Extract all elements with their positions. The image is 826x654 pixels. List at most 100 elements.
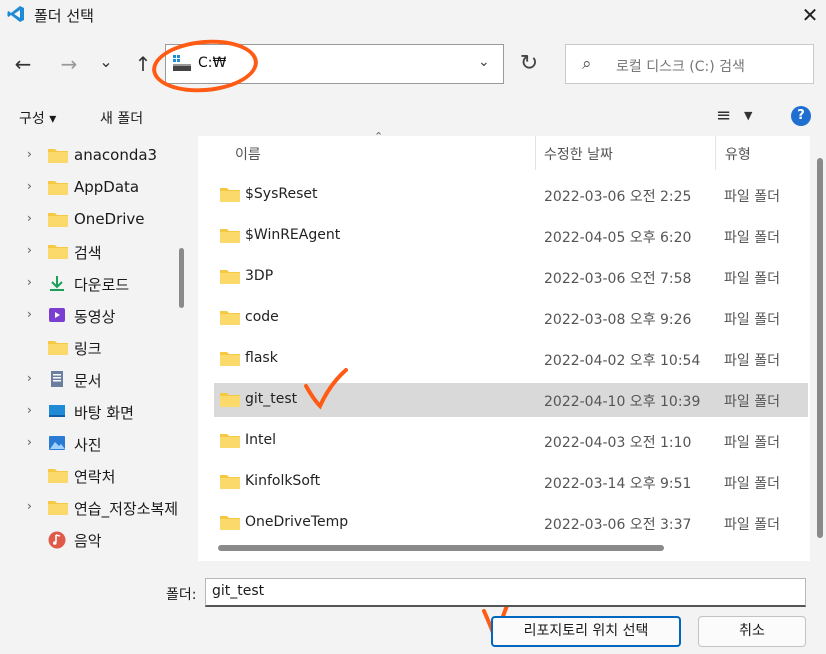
file-date: 2022-04-03 오전 1:10 <box>544 435 692 451</box>
address-dropdown-chevron-icon[interactable]: ⌄ <box>478 54 490 70</box>
folder-icon <box>48 499 68 515</box>
back-button[interactable]: ← <box>9 50 37 78</box>
file-name: $WinREAgent <box>245 227 341 243</box>
folder-icon <box>48 179 68 195</box>
sidebar-item[interactable]: › 연습_저장소복제 <box>0 492 179 524</box>
table-row[interactable]: Intel 2022-04-03 오전 1:10 파일 폴더 <box>214 424 808 458</box>
help-icon[interactable]: ? <box>791 106 811 126</box>
folder-icon <box>220 227 240 243</box>
sidebar-item[interactable]: › 바탕 화면 <box>0 396 175 428</box>
file-type: 파일 폴더 <box>724 353 780 369</box>
select-repository-location-button[interactable]: 리포지토리 위치 선택 <box>491 616 681 647</box>
sidebar-item[interactable]: › 동영상 <box>0 300 175 332</box>
sidebar-item[interactable]: 음악 <box>0 524 175 556</box>
refresh-icon[interactable]: ↻ <box>514 49 544 79</box>
sidebar-item[interactable]: 링크 <box>0 332 175 364</box>
sidebar-item[interactable]: › 검색 <box>0 236 175 268</box>
search-input[interactable]: 로컬 디스크 (C:) 검색 <box>616 56 745 76</box>
up-button[interactable]: ↑ <box>129 50 157 78</box>
chevron-right-icon[interactable]: › <box>27 275 32 289</box>
table-row[interactable]: $SysReset 2022-03-06 오전 2:25 파일 폴더 <box>214 178 808 212</box>
recent-locations-chevron-icon[interactable]: ⌄ <box>92 48 120 76</box>
chevron-right-icon[interactable]: › <box>27 371 32 385</box>
file-date: 2022-03-14 오후 9:51 <box>544 476 692 492</box>
sidebar-item-label: 연습_저장소복제 <box>74 500 179 518</box>
sidebar-item-label: OneDrive <box>74 210 145 228</box>
column-divider[interactable] <box>715 136 716 170</box>
file-name: flask <box>245 350 278 366</box>
folder-icon <box>220 186 240 202</box>
chevron-right-icon[interactable]: › <box>27 307 32 321</box>
forward-button[interactable]: → <box>55 50 83 78</box>
table-row[interactable]: OneDriveTemp 2022-03-06 오전 3:37 파일 폴더 <box>214 506 808 540</box>
chevron-right-icon[interactable]: › <box>27 147 32 161</box>
drive-icon <box>173 55 191 71</box>
window-title: 폴더 선택 <box>34 7 94 25</box>
file-date: 2022-04-10 오후 10:39 <box>544 394 701 410</box>
chevron-right-icon[interactable]: › <box>27 435 32 449</box>
table-row[interactable]: code 2022-03-08 오후 9:26 파일 폴더 <box>214 301 808 335</box>
sidebar-item-label: anaconda3 <box>74 146 158 164</box>
sidebar-item[interactable]: › OneDrive <box>0 204 175 236</box>
search-box[interactable]: ⌕ 로컬 디스크 (C:) 검색 <box>565 44 814 84</box>
file-type: 파일 폴더 <box>724 394 780 410</box>
table-row[interactable]: KinfolkSoft 2022-03-14 오후 9:51 파일 폴더 <box>214 465 808 499</box>
address-bar[interactable]: C:₩ ⌄ <box>165 44 504 84</box>
folder-label: 폴더: <box>166 587 197 603</box>
address-text: C:₩ <box>198 55 227 71</box>
file-list: 이름 ⌃ 수정한 날짜 유형 $SysReset 2022-03-06 오전 2:… <box>198 130 810 561</box>
sidebar-item[interactable]: › 사진 <box>0 428 175 460</box>
view-chevron-down-icon[interactable]: ▼ <box>744 109 752 122</box>
file-type: 파일 폴더 <box>724 312 780 328</box>
chevron-right-icon[interactable]: › <box>27 211 32 225</box>
folder-icon <box>220 391 240 407</box>
video-icon <box>48 307 66 323</box>
chevron-right-icon[interactable]: › <box>27 403 32 417</box>
sidebar-item[interactable]: › AppData <box>0 172 175 204</box>
sidebar-item[interactable]: › 문서 <box>0 364 175 396</box>
column-header-type[interactable]: 유형 <box>725 144 751 164</box>
close-icon[interactable]: ✕ <box>796 1 824 29</box>
folder-icon <box>48 211 68 227</box>
file-type: 파일 폴더 <box>724 435 780 451</box>
sidebar-item-label: 링크 <box>74 340 102 358</box>
title-bar: 폴더 선택 ✕ <box>0 0 826 30</box>
column-divider[interactable] <box>535 136 536 170</box>
file-date: 2022-03-08 오후 9:26 <box>544 312 692 328</box>
sidebar-item-label: 연락처 <box>74 468 116 486</box>
vscode-logo-icon <box>7 6 24 22</box>
annotation-checkmark <box>304 368 348 410</box>
chevron-right-icon[interactable]: › <box>27 179 32 193</box>
chevron-right-icon[interactable]: › <box>27 499 32 513</box>
desktop-icon <box>48 403 66 419</box>
folder-icon <box>48 339 68 355</box>
sidebar-item[interactable]: › anaconda3 <box>0 140 175 172</box>
new-folder-button[interactable]: 새 폴더 <box>100 108 143 128</box>
column-header-name[interactable]: 이름 <box>235 144 261 164</box>
file-type: 파일 폴더 <box>724 189 780 205</box>
folder-name-input[interactable]: git_test <box>205 578 806 607</box>
file-name: code <box>245 309 279 325</box>
column-header-date[interactable]: 수정한 날짜 <box>544 144 613 164</box>
cancel-button[interactable]: 취소 <box>698 616 806 647</box>
file-type: 파일 폴더 <box>724 476 780 492</box>
table-row[interactable]: $WinREAgent 2022-04-05 오후 6:20 파일 폴더 <box>214 219 808 253</box>
search-icon: ⌕ <box>582 54 592 74</box>
download-icon <box>48 275 66 291</box>
file-date: 2022-03-06 오전 3:37 <box>544 517 692 533</box>
chevron-right-icon[interactable]: › <box>27 243 32 257</box>
sidebar-item[interactable]: 연락처 <box>0 460 175 492</box>
sidebar-item-label: 다운로드 <box>74 276 130 294</box>
vertical-scrollbar[interactable] <box>817 158 823 538</box>
horizontal-scrollbar[interactable] <box>218 545 664 551</box>
navigation-scrollbar[interactable] <box>179 248 184 308</box>
view-menu-icon[interactable]: ≡ <box>716 105 731 126</box>
sidebar-item[interactable]: › 다운로드 <box>0 268 175 300</box>
folder-icon <box>220 268 240 284</box>
sidebar-item-label: 동영상 <box>74 308 116 326</box>
sidebar-item-label: 문서 <box>74 372 102 390</box>
organize-button[interactable]: 구성 ▾ <box>19 108 56 128</box>
folder-icon <box>48 467 68 483</box>
table-row[interactable]: 3DP 2022-03-06 오전 7:58 파일 폴더 <box>214 260 808 294</box>
music-icon <box>48 531 66 549</box>
